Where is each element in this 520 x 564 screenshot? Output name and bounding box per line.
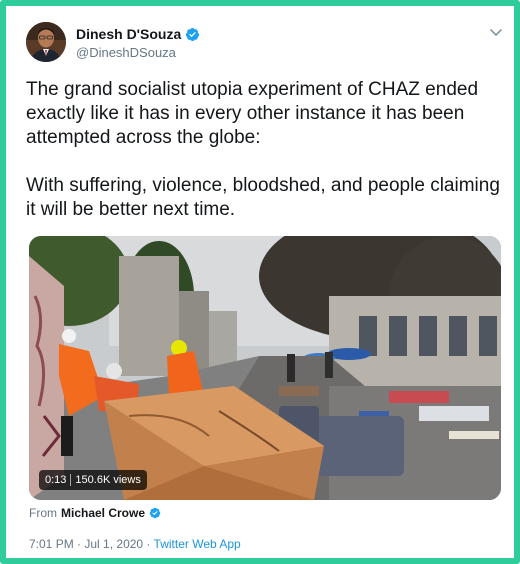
- attribution-prefix: From: [29, 506, 57, 520]
- author-handle[interactable]: @DineshDSouza: [76, 45, 176, 60]
- tweet-date-link[interactable]: Jul 1, 2020: [84, 537, 143, 551]
- video-player[interactable]: 0:13 150.6K views: [29, 236, 501, 500]
- attribution-source-link[interactable]: Michael Crowe: [61, 506, 145, 520]
- video-frame-image: [29, 236, 501, 500]
- tweet-client-link[interactable]: Twitter Web App: [154, 537, 241, 551]
- author-name-row[interactable]: Dinesh D'Souza: [76, 26, 200, 42]
- timestamp-separator: ·: [73, 537, 85, 551]
- chevron-down-icon[interactable]: [488, 24, 504, 40]
- badge-divider: [70, 474, 72, 486]
- tweet-card[interactable]: Dinesh D'Souza @DineshDSouza The grand s…: [12, 12, 520, 564]
- verified-badge-icon: [149, 507, 161, 519]
- author-display-name[interactable]: Dinesh D'Souza: [76, 26, 181, 42]
- tweet-timestamp: 7:01 PM · Jul 1, 2020 · Twitter Web App: [29, 537, 241, 551]
- timestamp-separator: ·: [143, 537, 154, 551]
- video-stats-badge: 0:13 150.6K views: [39, 470, 147, 490]
- video-duration: 0:13: [45, 474, 67, 486]
- video-attribution: From Michael Crowe: [29, 506, 161, 520]
- tweet-paragraph: With suffering, violence, bloodshed, and…: [26, 175, 500, 220]
- screenshot-frame: Dinesh D'Souza @DineshDSouza The grand s…: [0, 0, 520, 564]
- author-avatar[interactable]: [26, 22, 66, 62]
- avatar-image: [26, 22, 66, 62]
- tweet-paragraph: The grand socialist utopia experiment of…: [26, 79, 479, 148]
- video-views: 150.6K views: [75, 474, 141, 486]
- tweet-time-link[interactable]: 7:01 PM: [29, 537, 74, 551]
- verified-badge-icon: [186, 27, 200, 41]
- tweet-body: The grand socialist utopia experiment of…: [26, 78, 506, 246]
